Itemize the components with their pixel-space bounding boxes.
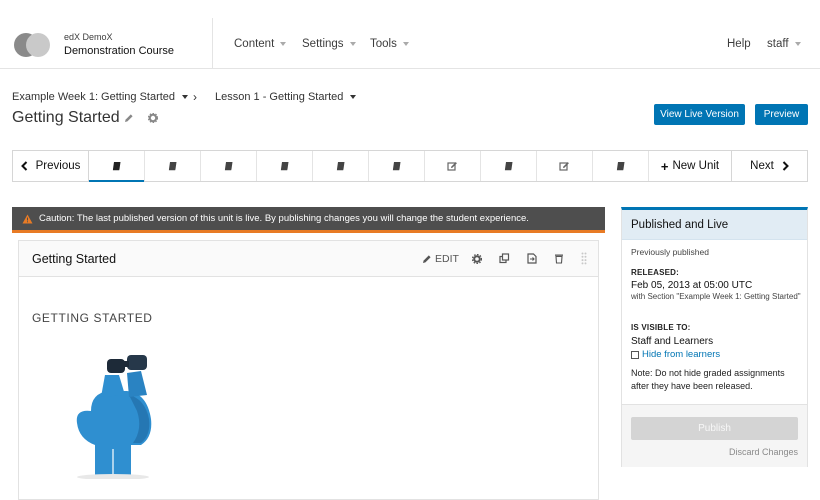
book-icon xyxy=(392,162,400,171)
header-divider xyxy=(212,18,213,68)
gear-icon[interactable] xyxy=(472,254,482,264)
breadcrumb-subsection[interactable]: Lesson 1 - Getting Started xyxy=(215,91,357,103)
preview-button[interactable]: Preview xyxy=(755,104,808,125)
unit-tab-8[interactable] xyxy=(481,151,537,181)
checkbox[interactable] xyxy=(631,350,639,359)
edit-button[interactable]: EDIT xyxy=(422,253,459,265)
view-live-version-button[interactable]: View Live Version xyxy=(654,104,745,125)
app-header: edX DemoX Demonstration Course Content S… xyxy=(0,0,820,69)
unit-tab-7[interactable] xyxy=(425,151,481,181)
hide-from-learners-label: Hide from learners xyxy=(642,349,721,360)
next-label: Next xyxy=(750,160,774,172)
edx-logo[interactable] xyxy=(14,33,50,57)
book-icon xyxy=(112,162,120,171)
gear-icon[interactable] xyxy=(148,113,158,123)
released-section: with Section "Example Week 1: Getting St… xyxy=(631,292,801,301)
publish-status-text: Previously published xyxy=(631,247,709,257)
chevron-down-icon xyxy=(402,41,409,46)
duplicate-icon[interactable] xyxy=(499,253,510,264)
edit-label: EDIT xyxy=(435,253,459,265)
trash-icon[interactable] xyxy=(554,253,564,264)
plus-icon: + xyxy=(660,158,669,174)
unit-tab-10[interactable] xyxy=(593,151,649,181)
course-org: edX DemoX xyxy=(64,32,113,42)
user-menu[interactable]: staff xyxy=(767,38,801,50)
book-icon xyxy=(280,162,288,171)
xblock-title: Getting Started xyxy=(32,252,117,266)
hide-from-learners-toggle[interactable]: Hide from learners xyxy=(631,349,720,360)
visible-to-label: IS VISIBLE TO: xyxy=(631,323,691,332)
previous-label: Previous xyxy=(35,160,81,172)
book-icon xyxy=(168,162,176,171)
breadcrumb-section-label: Example Week 1: Getting Started xyxy=(12,91,176,103)
chevron-right-icon xyxy=(782,161,789,171)
book-icon xyxy=(224,162,232,171)
unit-tab-1[interactable] xyxy=(89,151,145,182)
next-button[interactable]: Next xyxy=(732,151,807,181)
released-value: Feb 05, 2013 at 05:00 UTC xyxy=(631,280,753,291)
graded-note: Note: Do not hide graded assignments aft… xyxy=(631,368,785,391)
caret-down-icon xyxy=(182,95,189,100)
nav-content-menu[interactable]: Content xyxy=(234,38,287,50)
xblock-header: Getting Started EDIT xyxy=(19,241,598,277)
caret-down-icon xyxy=(350,95,357,100)
new-unit-label: New Unit xyxy=(672,160,720,172)
drag-handle-icon[interactable] xyxy=(581,252,587,265)
logo-circle-light xyxy=(26,33,50,57)
chevron-down-icon xyxy=(794,41,801,46)
sidebar-title: Published and Live xyxy=(622,210,807,240)
new-unit-button[interactable]: + New Unit xyxy=(649,151,732,181)
publish-status-sidebar: Published and Live Previously published … xyxy=(621,207,808,467)
course-name[interactable]: Demonstration Course xyxy=(64,45,174,57)
content-heading: GETTING STARTED xyxy=(32,311,153,325)
unit-navigator: Previous + New Unit Next xyxy=(12,150,808,182)
help-link[interactable]: Help xyxy=(727,38,751,50)
breadcrumb-subsection-label: Lesson 1 - Getting Started xyxy=(215,91,344,103)
book-icon xyxy=(616,162,624,171)
pencil-icon xyxy=(423,255,431,263)
nav-content-label: Content xyxy=(234,38,275,50)
breadcrumb-separator: › xyxy=(193,90,197,104)
nav-tools-menu[interactable]: Tools xyxy=(370,38,409,50)
move-icon[interactable] xyxy=(527,253,537,264)
book-icon xyxy=(336,162,344,171)
sidebar-actions: Publish Discard Changes xyxy=(622,404,807,467)
edit-square-icon xyxy=(447,161,457,171)
publish-button[interactable]: Publish xyxy=(631,417,798,440)
warning-icon xyxy=(22,214,33,223)
nav-tools-label: Tools xyxy=(370,38,397,50)
chevron-down-icon xyxy=(349,41,356,46)
xblock-card: Getting Started EDIT GETTING STARTED xyxy=(18,240,599,500)
discard-changes-link[interactable]: Discard Changes xyxy=(729,447,798,457)
chevron-left-icon xyxy=(20,161,27,171)
unit-tab-5[interactable] xyxy=(313,151,369,181)
nav-settings-label: Settings xyxy=(302,38,344,50)
caution-banner: Caution: The last published version of t… xyxy=(12,207,605,233)
unit-tab-4[interactable] xyxy=(257,151,313,181)
edit-square-icon xyxy=(559,161,569,171)
previous-button[interactable]: Previous xyxy=(13,151,89,181)
unit-tab-2[interactable] xyxy=(145,151,201,181)
page-title: Getting Started xyxy=(12,109,120,126)
pencil-icon[interactable] xyxy=(124,113,134,123)
unit-tab-3[interactable] xyxy=(201,151,257,181)
user-label: staff xyxy=(767,38,789,50)
caution-text: Caution: The last published version of t… xyxy=(39,213,529,224)
unit-tab-9[interactable] xyxy=(537,151,593,181)
released-label: RELEASED: xyxy=(631,268,680,277)
book-icon xyxy=(504,162,512,171)
chevron-down-icon xyxy=(280,41,287,46)
binoculars-figure-illustration xyxy=(71,349,161,479)
breadcrumb-section[interactable]: Example Week 1: Getting Started xyxy=(12,91,189,103)
nav-settings-menu[interactable]: Settings xyxy=(302,38,356,50)
visible-to-value: Staff and Learners xyxy=(631,336,714,347)
unit-tab-6[interactable] xyxy=(369,151,425,181)
